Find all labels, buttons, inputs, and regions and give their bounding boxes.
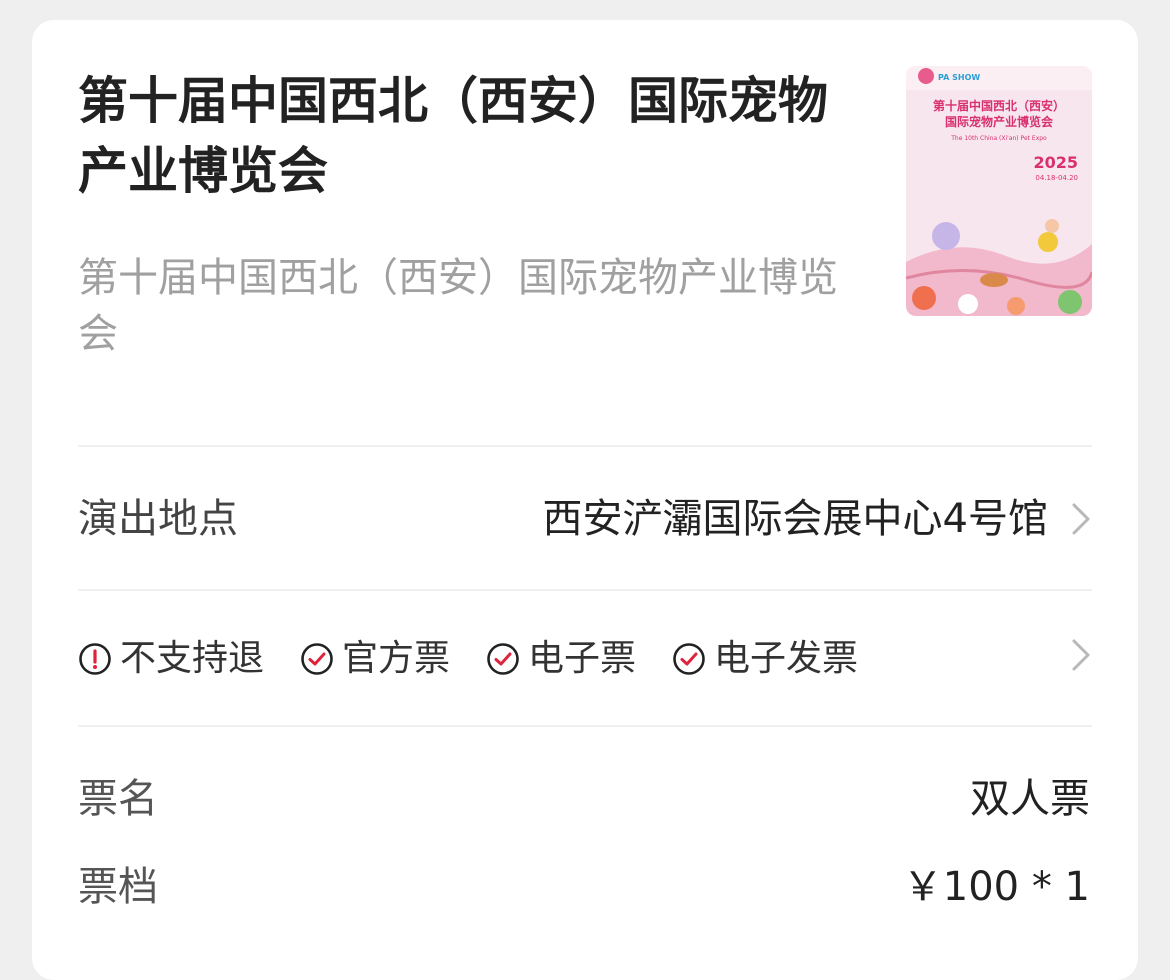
tag-e-invoice: 电子发票 <box>672 634 858 684</box>
tag-label: 电子票 <box>528 638 637 679</box>
event-subtitle: 第十届中国西北（西安）国际宠物产业博览会 <box>78 255 838 357</box>
venue-label: 演出地点 <box>78 496 238 542</box>
check-circle-icon <box>673 643 705 675</box>
ticket-tier-label: 票档 <box>78 864 158 910</box>
check-circle-icon <box>301 643 333 675</box>
tag-no-refund: 不支持退 <box>78 634 264 684</box>
event-poster[interactable]: PA SHOW 第十届中国西北（西安） 国际宠物产业博览会 The 10th C… <box>906 66 1092 316</box>
divider <box>78 445 1092 447</box>
tag-e-ticket: 电子票 <box>486 634 636 684</box>
poster-year: 2025 <box>1033 153 1078 172</box>
poster-title-line1: 第十届中国西北（西安） <box>933 98 1065 113</box>
venue-value: 西安浐灞国际会展中心4号馆 <box>542 496 1048 542</box>
ticket-name-value: 双人票 <box>970 776 1090 822</box>
ticket-name-label: 票名 <box>78 776 158 822</box>
poster-brand: PA SHOW <box>938 73 980 82</box>
check-circle-icon <box>487 643 519 675</box>
event-title: 第十届中国西北（西安）国际宠物产业博览会 <box>78 72 828 200</box>
chevron-right-icon <box>1072 503 1090 535</box>
event-card: 第十届中国西北（西安）国际宠物产业博览会 第十届中国西北（西安）国际宠物产业博览… <box>32 20 1138 980</box>
tag-label: 官方票 <box>342 638 451 679</box>
poster-english: The 10th China (Xi'an) Pet Expo <box>950 135 1047 142</box>
chevron-right-icon <box>1072 639 1090 671</box>
tag-label: 不支持退 <box>120 638 265 679</box>
brand-logo-icon <box>918 68 934 84</box>
tag-label: 电子发票 <box>714 638 859 679</box>
poster-dates: 04.18-04.20 <box>1035 174 1078 182</box>
tag-official-ticket: 官方票 <box>300 634 450 684</box>
poster-title-line2: 国际宠物产业博览会 <box>945 114 1054 129</box>
ticket-tier-value: ￥100 * 1 <box>902 864 1090 910</box>
divider <box>78 589 1092 591</box>
divider <box>78 725 1092 727</box>
exclamation-circle-icon <box>79 643 111 675</box>
